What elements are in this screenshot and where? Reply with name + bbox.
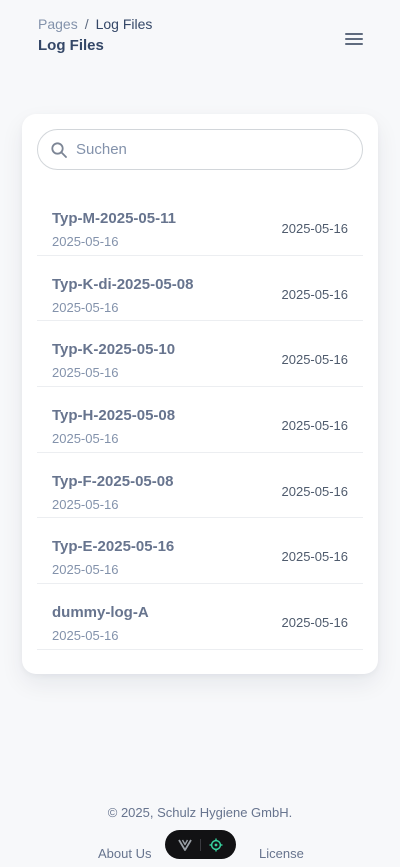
hamburger-icon-bar [345, 33, 363, 35]
log-file-date: 2025-05-16 [281, 352, 349, 368]
hamburger-icon-bar [345, 43, 363, 45]
log-file-created: 2025-05-16 [52, 365, 119, 381]
page-title: Log Files [38, 37, 104, 54]
log-file-row[interactable]: Typ-E-2025-05-16 2025-05-16 2025-05-16 [37, 518, 363, 585]
breadcrumb-current: Log Files [95, 16, 153, 32]
vue-devtools-icon[interactable] [178, 839, 192, 851]
breadcrumb-separator: / [84, 16, 89, 32]
log-file-created: 2025-05-16 [52, 496, 119, 512]
hamburger-menu-button[interactable] [343, 30, 365, 48]
log-file-date: 2025-05-16 [281, 418, 349, 434]
breadcrumb-pages-link[interactable]: Pages [38, 16, 78, 32]
log-file-name: Typ-F-2025-05-08 [52, 472, 174, 490]
toolbar-divider [200, 838, 201, 851]
log-file-row[interactable]: Typ-H-2025-05-08 2025-05-16 2025-05-16 [37, 387, 363, 453]
search-box [37, 129, 363, 170]
copyright-text: © 2025, Schulz Hygiene GmbH. [107, 805, 293, 820]
license-link[interactable]: License [259, 846, 304, 861]
log-file-date: 2025-05-16 [281, 221, 349, 236]
log-file-date: 2025-05-16 [281, 549, 349, 565]
log-file-name: Typ-E-2025-05-16 [52, 538, 175, 556]
floating-toolbar[interactable] [165, 830, 236, 859]
log-file-name: Typ-M-2025-05-11 [52, 210, 176, 227]
search-input[interactable] [76, 130, 356, 169]
log-file-row[interactable]: Typ-K-di-2025-05-08 2025-05-16 2025-05-1… [37, 256, 363, 322]
log-file-row[interactable]: Typ-F-2025-05-08 2025-05-16 2025-05-16 [37, 453, 363, 519]
log-file-created: 2025-05-16 [52, 628, 119, 644]
hamburger-icon-bar [345, 38, 363, 40]
log-file-name: Typ-K-2025-05-10 [52, 341, 176, 359]
log-file-date: 2025-05-16 [281, 286, 349, 302]
log-file-created: 2025-05-16 [52, 299, 119, 315]
log-file-row[interactable]: Typ-M-2025-05-11 2025-05-16 2025-05-16 [37, 190, 363, 256]
log-file-date: 2025-05-16 [281, 615, 349, 631]
log-file-date: 2025-05-16 [281, 483, 349, 499]
log-file-name: dummy-log-A [52, 604, 149, 622]
top-navbar: Pages / Log Files Log Files [0, 0, 400, 80]
log-file-created: 2025-05-16 [52, 431, 119, 447]
log-file-name: Typ-H-2025-05-08 [52, 407, 176, 425]
log-file-created: 2025-05-16 [52, 234, 119, 249]
log-file-row[interactable]: Typ-K-2025-05-10 2025-05-16 2025-05-16 [37, 321, 363, 388]
log-files-card: Typ-M-2025-05-11 2025-05-16 2025-05-16 T… [22, 114, 378, 674]
log-file-name: Typ-K-di-2025-05-08 [52, 275, 194, 293]
log-file-row[interactable]: dummy-log-A 2025-05-16 2025-05-16 [37, 584, 363, 650]
about-us-link[interactable]: About Us [98, 846, 151, 861]
target-icon[interactable] [209, 838, 223, 852]
breadcrumb: Pages / Log Files [38, 16, 152, 32]
search-icon [51, 142, 67, 158]
log-file-created: 2025-05-16 [52, 562, 119, 578]
log-file-list: Typ-M-2025-05-11 2025-05-16 2025-05-16 T… [37, 190, 363, 650]
